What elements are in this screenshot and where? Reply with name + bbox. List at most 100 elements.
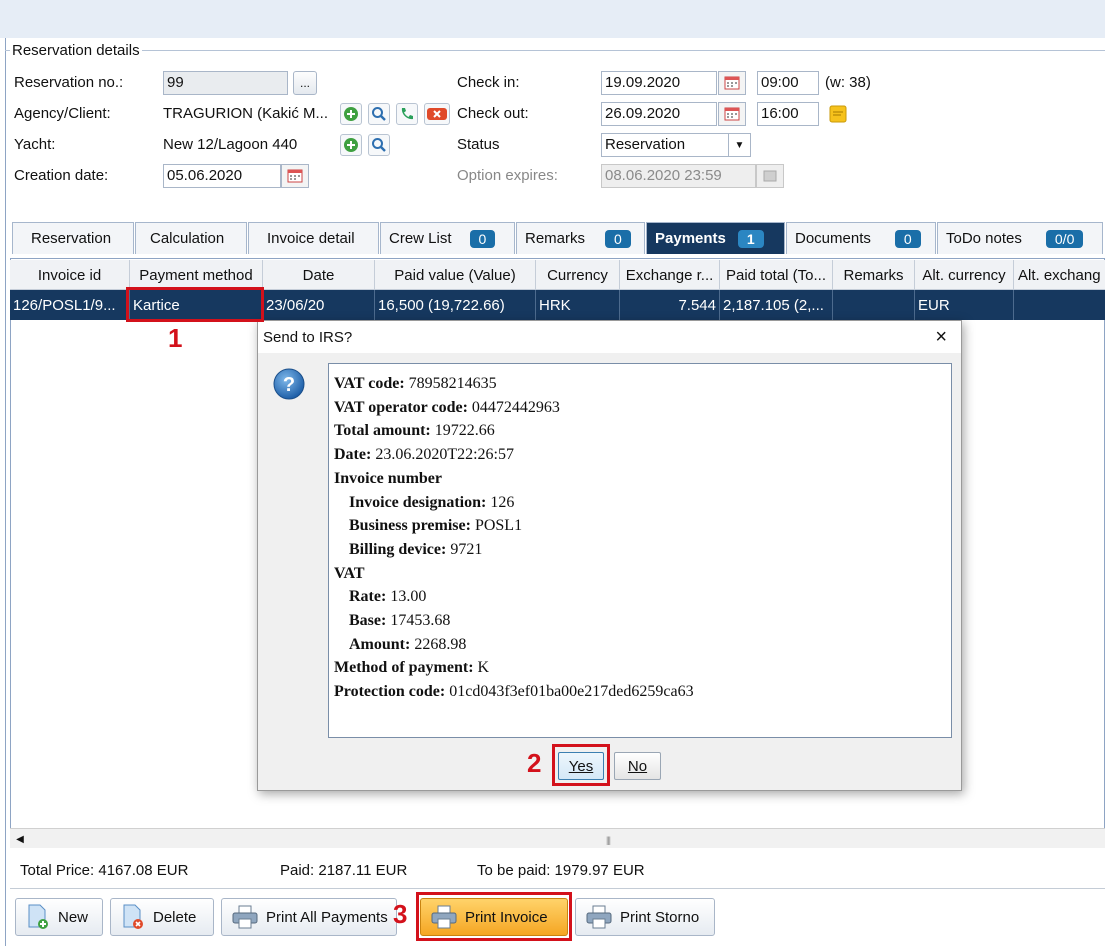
printer-icon [586, 905, 612, 929]
printer-icon [431, 905, 457, 929]
cell-invoice-id: 126/POSL1/9... [10, 290, 130, 320]
status-select[interactable]: Reservation ▼ [601, 133, 751, 157]
print-all-payments-label: Print All Payments [266, 908, 388, 926]
cell-date: 23/06/20 [263, 290, 375, 320]
column-header[interactable]: Payment method [130, 260, 263, 290]
column-header[interactable]: Alt. exchang [1014, 260, 1105, 290]
group-divider [5, 50, 1105, 51]
send-to-irs-dialog: Send to IRS? × ? VAT code: 78958214635 V… [257, 320, 962, 791]
note-icon [829, 105, 847, 123]
check-out-date-field[interactable]: 26.09.2020 [601, 102, 717, 126]
column-header[interactable]: Alt. currency [915, 260, 1014, 290]
new-button[interactable]: New [15, 898, 103, 936]
footer-divider [10, 888, 1105, 889]
new-button-label: New [58, 908, 89, 926]
paid-amount: Paid: 2187.11 EUR [280, 862, 408, 879]
reservation-no-field[interactable]: 99 [163, 71, 288, 95]
tab-label: Crew List [389, 230, 452, 247]
check-in-date-field[interactable]: 19.09.2020 [601, 71, 717, 95]
tab-badge: 0 [605, 229, 631, 248]
check-in-date-picker[interactable] [718, 71, 746, 95]
note-button[interactable] [827, 103, 849, 125]
tab-calculation[interactable]: Calculation [135, 222, 247, 254]
print-storno-button[interactable]: Print Storno [575, 898, 715, 936]
reservation-lookup-button[interactable]: ... [293, 71, 317, 95]
yacht-value: New 12/Lagoon 440 [163, 136, 298, 153]
annotation-1: 1 [168, 323, 183, 353]
message-line: Business premise: POSL1 [349, 517, 523, 535]
reservation-details-title: Reservation details [10, 42, 142, 59]
column-header[interactable]: Paid value (Value) [375, 260, 536, 290]
tab-reservation[interactable]: Reservation [12, 222, 134, 254]
column-header[interactable]: Paid total (To... [720, 260, 833, 290]
creation-date-field[interactable]: 05.06.2020 [163, 164, 281, 188]
column-header[interactable]: Invoice id [10, 260, 130, 290]
cell-currency: HRK [536, 290, 620, 320]
call-client-button[interactable] [396, 103, 418, 125]
tab-remarks[interactable]: Remarks 0 [516, 222, 645, 254]
search-yacht-button[interactable] [368, 134, 390, 156]
add-client-button[interactable] [340, 103, 362, 125]
creation-date-picker[interactable] [281, 164, 309, 188]
column-header[interactable]: Remarks [833, 260, 915, 290]
annotation-2: 2 [527, 748, 542, 778]
delete-button[interactable]: Delete [110, 898, 214, 936]
cell-remarks [833, 290, 915, 320]
search-icon [372, 138, 386, 152]
close-icon[interactable]: × [935, 327, 947, 347]
tab-todo-notes[interactable]: ToDo notes 0/0 [937, 222, 1103, 254]
dialog-title: Send to IRS? [263, 328, 353, 346]
column-header[interactable]: Date [263, 260, 375, 290]
check-out-date-picker[interactable] [718, 102, 746, 126]
week-number: (w: 38) [825, 74, 871, 91]
calendar-icon [763, 170, 777, 182]
tab-crew-list[interactable]: Crew List 0 [380, 222, 515, 254]
add-yacht-button[interactable] [340, 134, 362, 156]
search-client-button[interactable] [368, 103, 390, 125]
dialog-title-bar: Send to IRS? × [258, 321, 961, 353]
tab-badge: 1 [737, 229, 764, 248]
message-line: Invoice designation: 126 [349, 493, 515, 511]
message-line: Amount: 2268.98 [349, 635, 467, 653]
print-storno-label: Print Storno [620, 908, 700, 926]
tab-badge: 0 [469, 229, 496, 248]
cell-paid-total: 2,187.105 (2,... [720, 290, 833, 320]
table-row[interactable]: 126/POSL1/9... Kartice 23/06/20 16,500 (… [10, 290, 1105, 320]
yacht-label: Yacht: [14, 136, 56, 153]
cell-exchange-rate: 7.544 [620, 290, 720, 320]
remove-icon [427, 108, 447, 120]
phone-icon [401, 108, 413, 120]
scroll-left-icon[interactable]: ◀ [10, 829, 30, 849]
yes-button[interactable]: Yes [558, 752, 604, 780]
tab-payments[interactable]: Payments 1 [646, 222, 785, 254]
check-out-label: Check out: [457, 105, 529, 122]
tab-label: Documents [795, 230, 871, 247]
message-line: Total amount: 19722.66 [334, 422, 495, 440]
top-strip [0, 0, 1105, 38]
print-invoice-label: Print Invoice [465, 908, 548, 926]
yes-label: Yes [568, 757, 594, 775]
option-expires-picker [756, 164, 784, 188]
annotation-3: 3 [393, 899, 408, 929]
tab-invoice-detail[interactable]: Invoice detail [248, 222, 379, 254]
check-out-time-field[interactable]: 16:00 [757, 102, 819, 126]
agency-client-label: Agency/Client: [14, 105, 111, 122]
check-in-label: Check in: [457, 74, 520, 91]
column-header[interactable]: Currency [536, 260, 620, 290]
tab-documents[interactable]: Documents 0 [786, 222, 936, 254]
remove-client-button[interactable] [424, 103, 450, 125]
check-in-time-field[interactable]: 09:00 [757, 71, 819, 95]
horizontal-scrollbar[interactable]: ◀ ||| [10, 828, 1105, 848]
cell-paid-value: 16,500 (19,722.66) [375, 290, 536, 320]
no-button[interactable]: No [614, 752, 661, 780]
no-label: No [627, 757, 648, 775]
calendar-icon [724, 107, 740, 121]
print-all-payments-button[interactable]: Print All Payments [221, 898, 397, 936]
message-line: VAT operator code: 04472442963 [334, 398, 560, 416]
delete-document-icon [123, 904, 143, 929]
to-be-paid: To be paid: 1979.97 EUR [477, 862, 645, 879]
column-header[interactable]: Exchange r... [620, 260, 720, 290]
print-invoice-button[interactable]: Print Invoice [420, 898, 568, 936]
message-line: Date: 23.06.2020T22:26:57 [334, 446, 514, 464]
tab-label: Payments [655, 230, 726, 247]
